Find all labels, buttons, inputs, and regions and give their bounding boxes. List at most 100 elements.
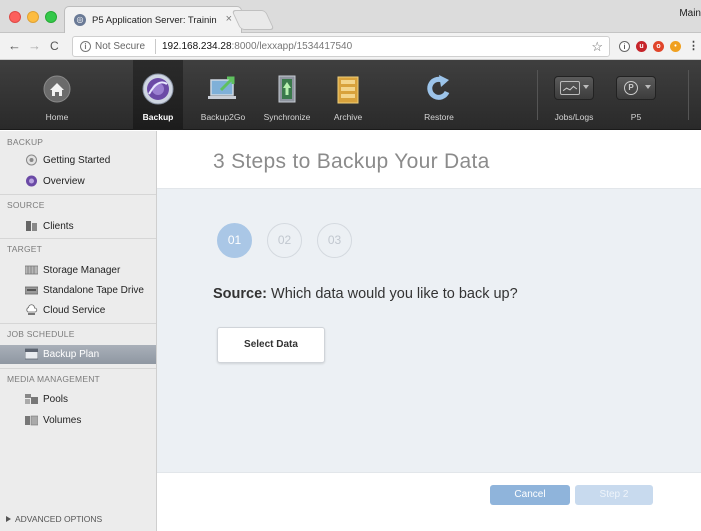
sidebar-item-clients[interactable]: Clients bbox=[0, 217, 156, 236]
extension-cookie-icon[interactable]: • bbox=[670, 41, 681, 52]
sidebar-divider bbox=[0, 323, 156, 324]
toolbar-backup[interactable]: Backup bbox=[133, 60, 183, 130]
tab-close-icon[interactable]: × bbox=[226, 13, 232, 25]
wizard-footer: Cancel Step 2 bbox=[157, 472, 701, 531]
step-2-button[interactable]: Step 2 bbox=[575, 485, 653, 505]
app-toolbar: Home Backup Backup2Go Synchronize Archiv… bbox=[0, 60, 701, 130]
profile-name[interactable]: Main bbox=[679, 8, 701, 19]
favicon-icon: ◎ bbox=[74, 14, 86, 26]
bookmark-star-icon[interactable]: ☆ bbox=[591, 39, 603, 55]
sidebar-section-media-management: MEDIA MANAGEMENT bbox=[7, 374, 100, 384]
extension-info-icon[interactable]: i bbox=[619, 41, 630, 52]
url-text[interactable]: 192.168.234.28:8000/lexxapp/1534417540 bbox=[162, 41, 352, 52]
browser-tab[interactable]: ◎ P5 Application Server: Training × bbox=[64, 6, 242, 33]
sidebar-item-label: Clients bbox=[43, 221, 74, 232]
wizard-body: 01 02 03 Source: Which data would you li… bbox=[157, 189, 701, 472]
toolbar-archive-label: Archive bbox=[333, 112, 363, 122]
select-data-button[interactable]: Select Data bbox=[217, 327, 325, 363]
security-label: Not Secure bbox=[95, 41, 146, 52]
sidebar-item-pools[interactable]: Pools bbox=[0, 390, 156, 409]
step-indicator-3: 03 bbox=[317, 223, 352, 258]
volumes-icon bbox=[25, 415, 38, 426]
sidebar-item-storage-manager[interactable]: Storage Manager bbox=[0, 261, 156, 280]
synchronize-icon bbox=[278, 75, 296, 103]
toolbar-backup2go-label: Backup2Go bbox=[200, 112, 246, 122]
source-question: Which data would you like to back up? bbox=[271, 286, 518, 302]
page-title: 3 Steps to Backup Your Data bbox=[213, 150, 490, 173]
toolbar-restore[interactable]: Restore bbox=[412, 60, 466, 130]
toolbar-restore-label: Restore bbox=[424, 112, 454, 122]
address-bar: ← → C i Not Secure 192.168.234.28:8000/l… bbox=[0, 33, 701, 60]
reload-icon[interactable]: C bbox=[50, 39, 59, 53]
info-icon[interactable]: i bbox=[80, 41, 91, 52]
advanced-options-toggle[interactable]: ADVANCED OPTIONS bbox=[6, 514, 102, 524]
sidebar-item-label: Pools bbox=[43, 394, 69, 405]
toolbar-backup-label: Backup bbox=[142, 112, 174, 122]
sidebar-section-target: TARGET bbox=[7, 244, 43, 254]
browser-tabstrip: ◎ P5 Application Server: Training × Main bbox=[0, 0, 701, 33]
source-label: Source: bbox=[213, 286, 267, 302]
url-path: :8000/lexxapp/1534417540 bbox=[231, 41, 353, 52]
toolbar-home[interactable]: Home bbox=[30, 60, 84, 130]
sidebar-item-backup-plan[interactable]: Backup Plan bbox=[0, 345, 156, 364]
maximize-window-icon[interactable] bbox=[45, 11, 57, 23]
sidebar: BACKUP Getting Started Overview SOURCE C… bbox=[0, 131, 157, 531]
p5-icon: P bbox=[616, 76, 656, 100]
storage-manager-icon bbox=[25, 265, 38, 275]
sidebar-item-getting-started[interactable]: Getting Started bbox=[0, 151, 156, 170]
sidebar-item-cloud-service[interactable]: Cloud Service bbox=[0, 301, 156, 320]
close-window-icon[interactable] bbox=[9, 11, 21, 23]
sidebar-divider bbox=[0, 238, 156, 239]
step-indicator-1: 01 bbox=[217, 223, 252, 258]
source-prompt: Source: Which data would you like to bac… bbox=[213, 286, 518, 302]
sidebar-divider bbox=[0, 368, 156, 369]
home-icon bbox=[43, 75, 71, 103]
toolbar-p5[interactable]: P P5 bbox=[609, 60, 663, 130]
toolbar-archive[interactable]: Archive bbox=[322, 60, 374, 130]
sidebar-section-job-schedule: JOB SCHEDULE bbox=[7, 329, 75, 339]
sidebar-item-label: Overview bbox=[43, 176, 85, 187]
tape-drive-icon bbox=[25, 286, 38, 295]
sidebar-item-overview[interactable]: Overview bbox=[0, 172, 156, 191]
url-host: 192.168.234.28 bbox=[162, 41, 232, 52]
backup2go-icon bbox=[208, 76, 236, 99]
url-divider bbox=[155, 39, 156, 54]
getting-started-icon bbox=[26, 154, 37, 166]
sidebar-item-label: Getting Started bbox=[43, 155, 111, 166]
tab-title: P5 Application Server: Training bbox=[92, 15, 217, 26]
sidebar-section-source: SOURCE bbox=[7, 200, 45, 210]
sidebar-item-standalone-tape-drive[interactable]: Standalone Tape Drive bbox=[0, 281, 156, 300]
backup-icon bbox=[142, 73, 174, 105]
toolbar-synchronize[interactable]: Synchronize bbox=[258, 60, 316, 130]
sidebar-item-volumes[interactable]: Volumes bbox=[0, 411, 156, 430]
back-arrow-icon[interactable]: ← bbox=[8, 38, 21, 53]
url-field[interactable]: i Not Secure 192.168.234.28:8000/lexxapp… bbox=[72, 36, 610, 57]
extension-red-icon[interactable]: o bbox=[653, 41, 664, 52]
sidebar-section-backup: BACKUP bbox=[7, 137, 44, 147]
main-header: 3 Steps to Backup Your Data bbox=[157, 131, 701, 189]
toolbar-backup2go[interactable]: Backup2Go bbox=[194, 60, 252, 130]
sidebar-item-label: Backup Plan bbox=[43, 349, 100, 360]
sidebar-item-label: Standalone Tape Drive bbox=[43, 285, 144, 296]
cancel-button[interactable]: Cancel bbox=[490, 485, 570, 505]
sidebar-item-label: Storage Manager bbox=[43, 265, 121, 276]
toolbar-synchronize-label: Synchronize bbox=[263, 112, 311, 122]
step-indicator-2: 02 bbox=[267, 223, 302, 258]
advanced-options-label: ADVANCED OPTIONS bbox=[15, 514, 103, 524]
toolbar-jobs-logs[interactable]: Jobs/Logs bbox=[547, 60, 601, 130]
restore-icon bbox=[427, 75, 450, 100]
sidebar-divider bbox=[0, 194, 156, 195]
backup-plan-icon bbox=[25, 348, 38, 360]
sidebar-item-label: Cloud Service bbox=[43, 305, 106, 316]
cloud-service-icon bbox=[26, 304, 38, 315]
toolbar-divider bbox=[688, 70, 689, 120]
toolbar-home-label: Home bbox=[45, 112, 69, 122]
minimize-window-icon[interactable] bbox=[27, 11, 39, 23]
ublock-icon[interactable]: u bbox=[636, 41, 647, 52]
toolbar-jobs-logs-label: Jobs/Logs bbox=[554, 112, 594, 122]
toolbar-p5-label: P5 bbox=[630, 112, 642, 122]
pools-icon bbox=[25, 394, 38, 404]
browser-menu-icon[interactable]: ⋮ bbox=[688, 39, 699, 52]
forward-arrow-icon[interactable]: → bbox=[28, 38, 41, 53]
overview-icon bbox=[26, 175, 37, 187]
